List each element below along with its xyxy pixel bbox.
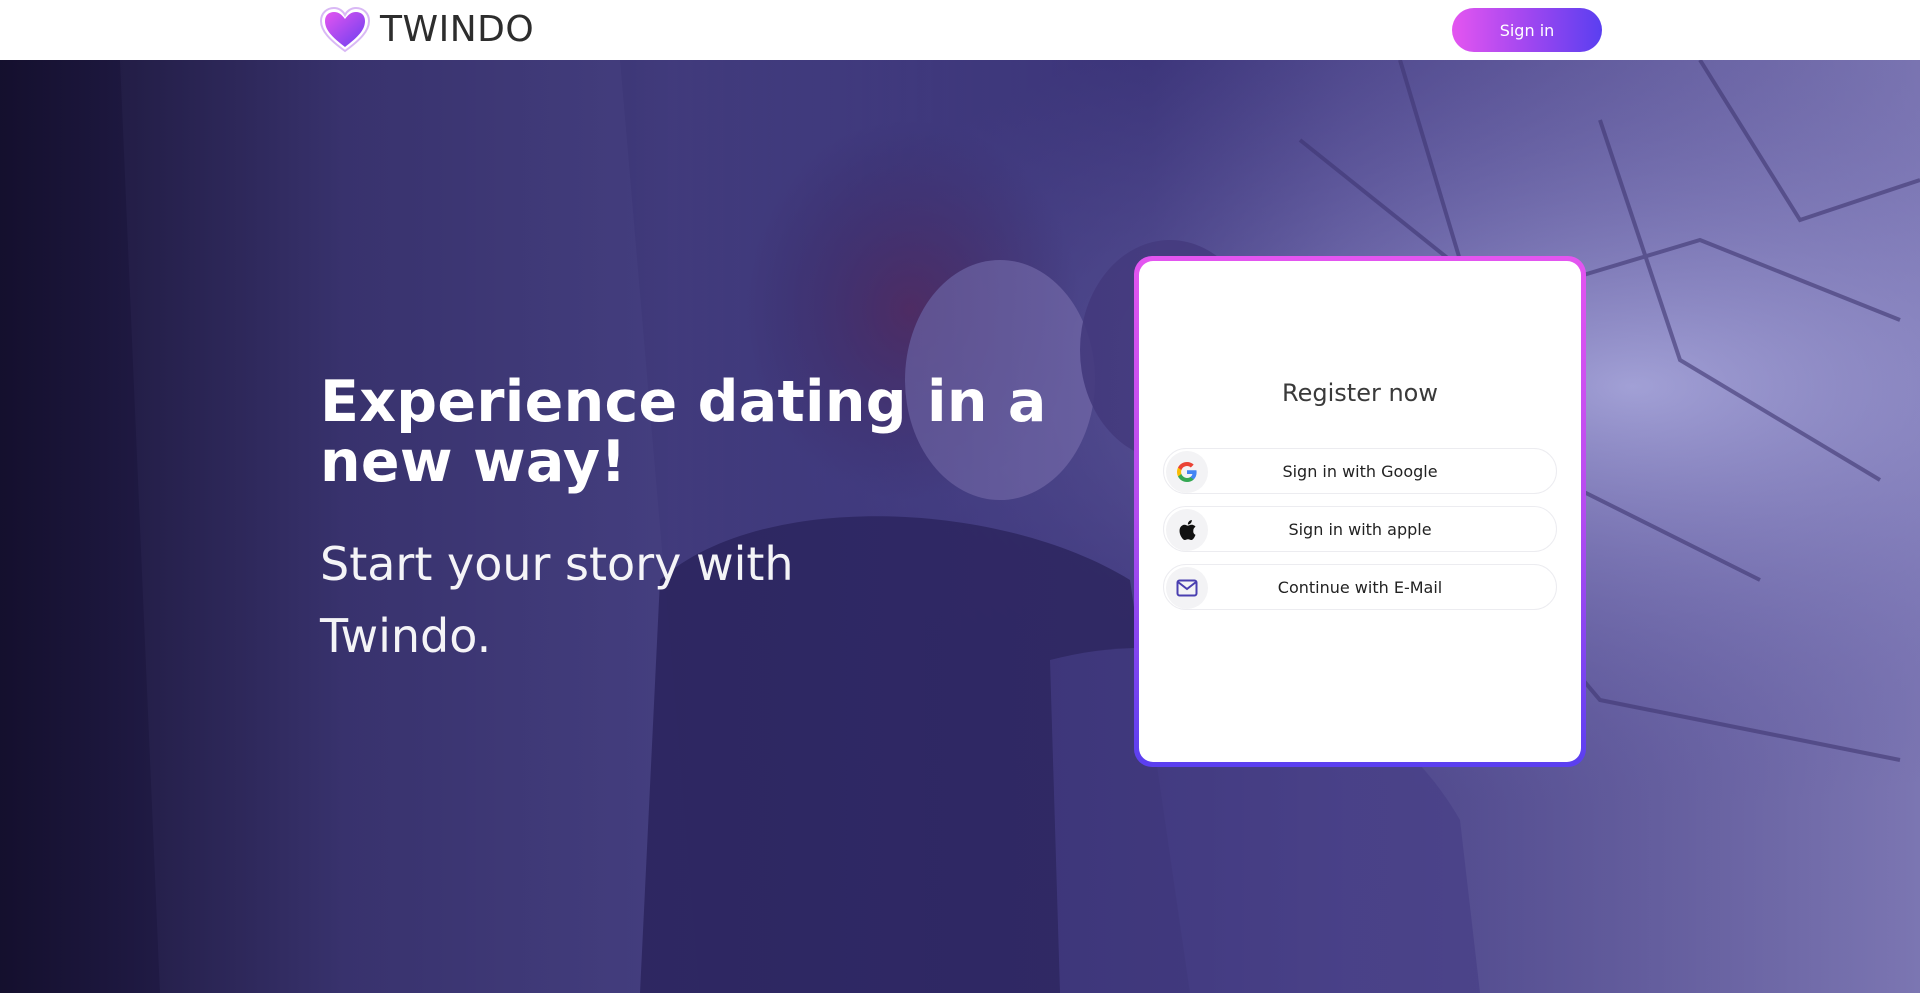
- top-header: TWINDO Sign in: [0, 0, 1920, 60]
- hero-subline: Start your story with Twindo.: [320, 537, 794, 663]
- sign-in-button[interactable]: Sign in: [1452, 8, 1602, 52]
- google-icon: [1166, 451, 1208, 493]
- apple-signin-button[interactable]: Sign in with apple: [1163, 506, 1557, 552]
- google-signin-label: Sign in with Google: [1282, 461, 1438, 481]
- hero-section: Experience dating in a new way! Start yo…: [0, 60, 1920, 993]
- hero-headline: Experience dating in a new way!: [320, 369, 1047, 495]
- register-card: Register now Sign in with Google Sign in…: [1134, 256, 1586, 767]
- email-continue-label: Continue with E-Mail: [1277, 577, 1443, 597]
- brand-name: TWINDO: [380, 9, 535, 50]
- heart-icon: [319, 6, 371, 53]
- apple-signin-label: Sign in with apple: [1288, 519, 1432, 539]
- register-title: Register now: [1282, 379, 1438, 407]
- email-continue-button[interactable]: Continue with E-Mail: [1163, 564, 1557, 610]
- apple-icon: [1166, 509, 1208, 551]
- brand-logo-link[interactable]: TWINDO: [318, 6, 534, 54]
- register-card-body: Register now Sign in with Google Sign in…: [1139, 261, 1581, 762]
- google-signin-button[interactable]: Sign in with Google: [1163, 448, 1557, 494]
- mail-icon: [1166, 567, 1208, 609]
- hero-overlay: [0, 60, 1920, 993]
